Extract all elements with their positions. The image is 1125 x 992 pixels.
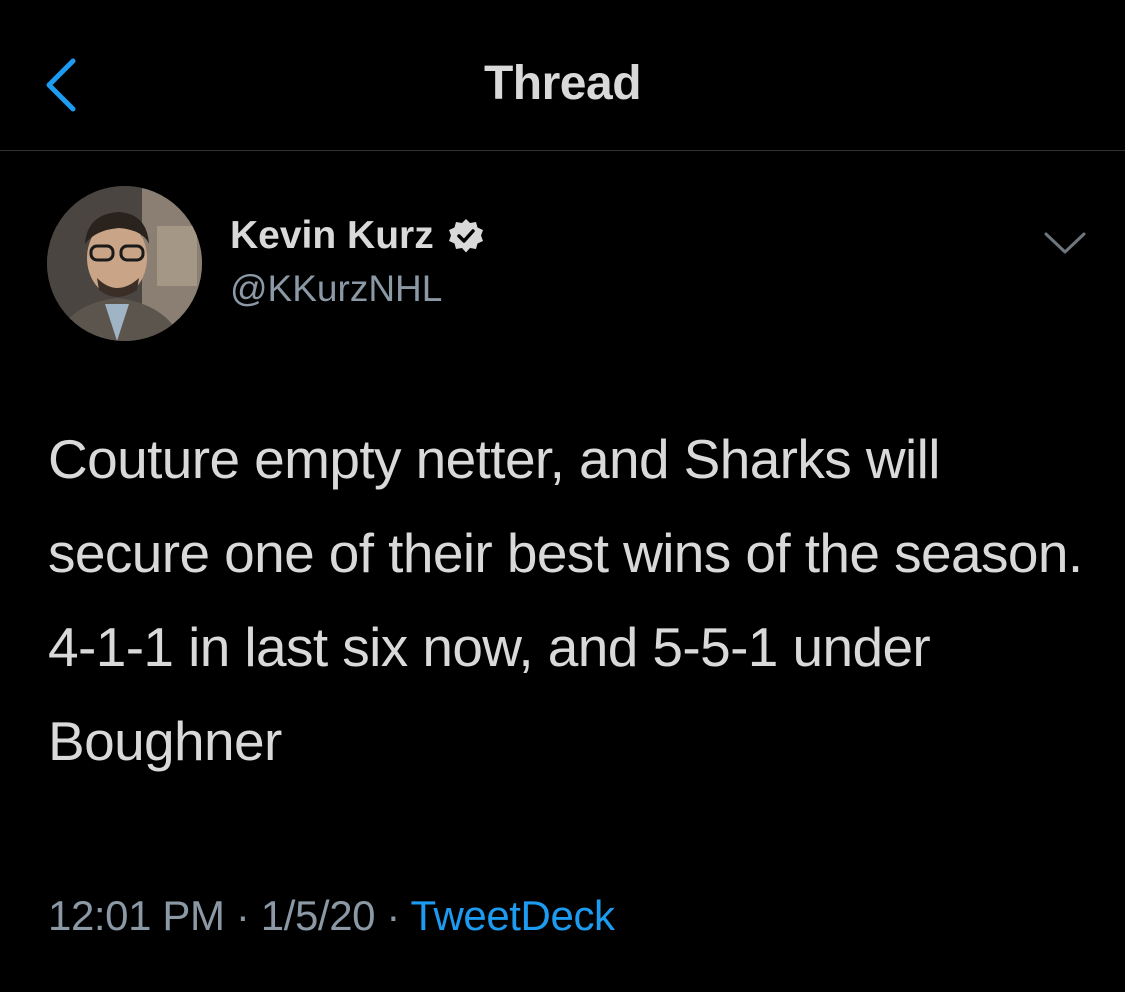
tweet-time: 12:01 PM bbox=[48, 892, 225, 939]
author-name-row[interactable]: Kevin Kurz bbox=[230, 210, 484, 262]
meta-separator: · bbox=[235, 892, 250, 939]
tweet-source-link[interactable]: TweetDeck bbox=[411, 892, 616, 939]
tweet-text: Couture empty netter, and Sharks will se… bbox=[48, 428, 1083, 772]
tweet-date: 1/5/20 bbox=[260, 892, 376, 939]
profile-photo bbox=[47, 186, 202, 341]
avatar[interactable] bbox=[47, 186, 202, 341]
tweet-meta: 12:01 PM · 1/5/20 · TweetDeck bbox=[48, 892, 615, 940]
header-divider bbox=[0, 150, 1125, 151]
chevron-down-icon bbox=[1044, 232, 1086, 254]
page-title: Thread bbox=[483, 57, 642, 110]
verified-badge-icon bbox=[448, 218, 484, 254]
author-handle[interactable]: @KKurzNHL bbox=[230, 268, 442, 310]
tweet-options-button[interactable] bbox=[1042, 228, 1088, 258]
author-display-name: Kevin Kurz bbox=[230, 214, 434, 257]
navigation-header: Thread bbox=[0, 0, 1125, 150]
meta-separator: · bbox=[386, 892, 400, 939]
